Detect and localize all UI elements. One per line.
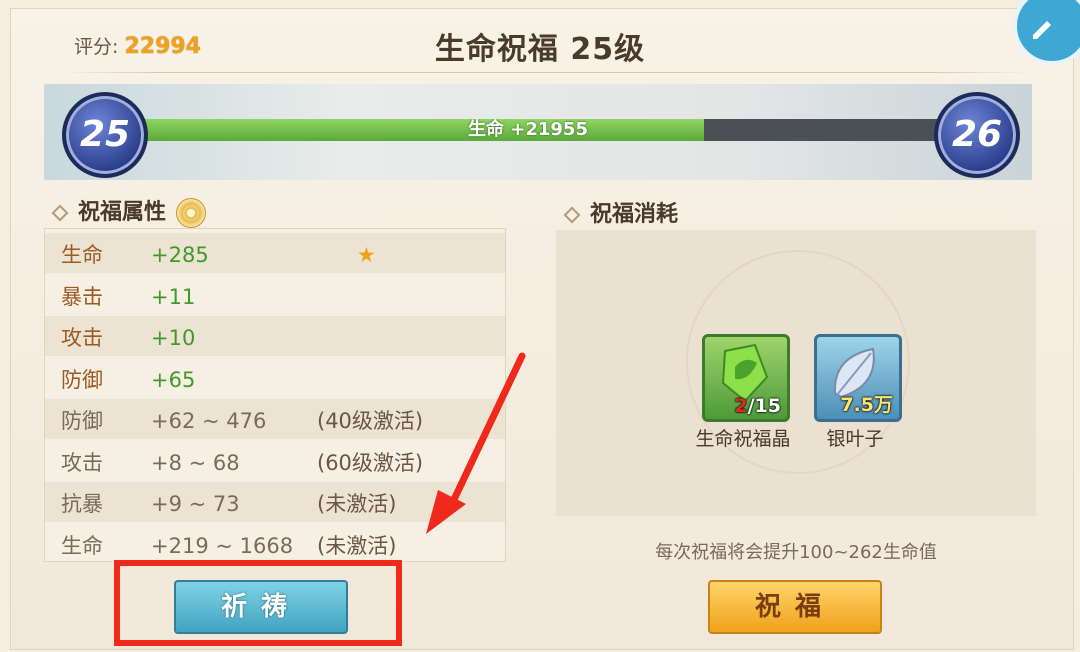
pointer-arrow xyxy=(426,352,526,534)
